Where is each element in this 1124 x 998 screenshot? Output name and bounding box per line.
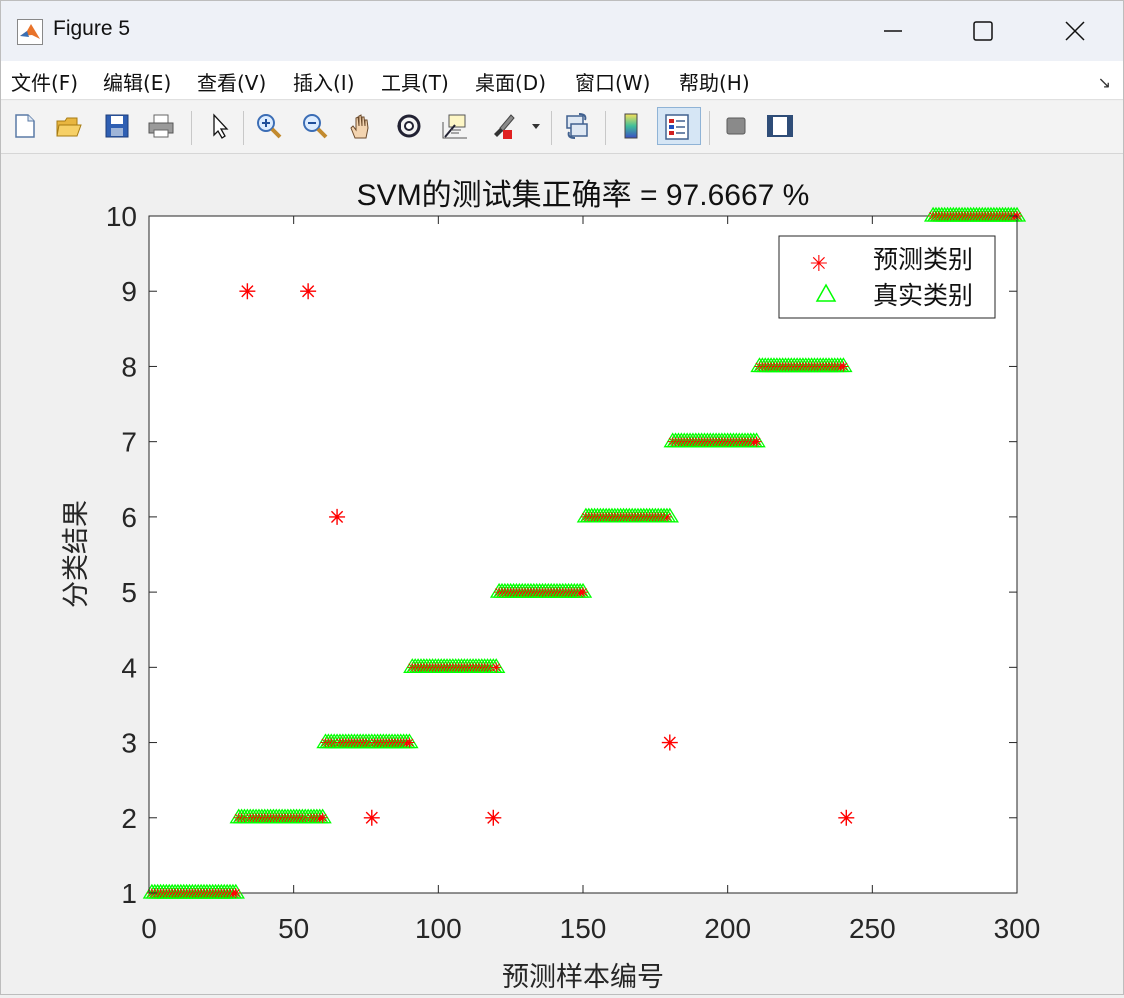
new-figure-button[interactable] xyxy=(7,107,43,145)
legend-button[interactable] xyxy=(657,107,701,145)
y-tick-label: 8 xyxy=(121,351,137,382)
data-cursor-button[interactable] xyxy=(437,107,473,145)
y-tick-label: 3 xyxy=(121,728,137,759)
y-tick-label: 6 xyxy=(121,502,137,533)
legend[interactable]: ✳ 预测类别 真实类别 xyxy=(778,235,996,319)
show-plot-tools-icon xyxy=(767,115,793,137)
colorbar-button[interactable] xyxy=(613,107,649,145)
toolbar-separator xyxy=(243,111,244,145)
menu-tools[interactable]: 工具(T) xyxy=(381,67,449,96)
menu-edit[interactable]: 编辑(E) xyxy=(103,67,171,96)
legend-predicted-label: 预测类别 xyxy=(873,245,973,274)
brush-button[interactable] xyxy=(485,107,521,145)
link-plot-button[interactable] xyxy=(559,107,595,145)
window-title: Figure 5 xyxy=(53,17,131,40)
print-button[interactable] xyxy=(143,107,179,145)
dock-figure-icon[interactable]: ↘ xyxy=(1098,73,1111,92)
figure-toolbar xyxy=(1,101,1123,154)
menu-insert[interactable]: 插入(I) xyxy=(293,67,355,96)
data-cursor-icon xyxy=(442,114,467,139)
select-arrow-icon xyxy=(213,113,229,139)
y-axis-label: 分类结果 xyxy=(61,500,92,608)
predicted-class-marker xyxy=(661,734,678,751)
predicted-class-marker xyxy=(838,361,849,372)
open-file-icon xyxy=(56,117,82,137)
zoom-out-button[interactable] xyxy=(297,107,333,145)
chart-title: SVM的测试集正确率 = 97.6667 % xyxy=(357,179,810,212)
y-tick-label: 4 xyxy=(121,652,137,683)
title-bar[interactable]: Figure 5 xyxy=(1,1,1123,61)
y-tick-label: 5 xyxy=(121,577,137,608)
menu-help[interactable]: 帮助(H) xyxy=(679,67,750,96)
x-axis-label: 预测样本编号 xyxy=(502,962,664,993)
brush-icon xyxy=(494,114,515,139)
x-tick-label: 0 xyxy=(141,913,157,944)
menu-desktop[interactable]: 桌面(D) xyxy=(475,67,546,96)
zoom-out-icon xyxy=(303,114,328,139)
menu-bar: 文件(F) 编辑(E) 查看(V) 插入(I) 工具(T) 桌面(D) 窗口(W… xyxy=(1,61,1123,100)
close-icon xyxy=(1065,21,1085,41)
predicted-class-marker xyxy=(317,812,328,823)
menu-file[interactable]: 文件(F) xyxy=(11,67,78,96)
print-icon xyxy=(148,114,174,138)
legend-icon xyxy=(665,114,689,140)
close-button[interactable] xyxy=(1045,7,1105,55)
show-plot-tools-button[interactable] xyxy=(761,107,797,145)
predicted-class-marker xyxy=(230,888,241,898)
figure-window: Figure 5 文件(F) 编辑(E) 查看(V) 插入(I) 工具(T) 桌… xyxy=(0,0,1124,995)
x-tick-label: 250 xyxy=(849,913,896,944)
pan-hand-icon xyxy=(350,114,369,139)
brush-dropdown-button[interactable] xyxy=(527,107,545,145)
y-tick-label: 9 xyxy=(121,276,137,307)
y-tick-label: 2 xyxy=(121,803,137,834)
predicted-class-marker xyxy=(485,809,502,826)
x-tick-label: 300 xyxy=(994,913,1041,944)
minimize-icon xyxy=(884,30,902,32)
predicted-class-marker xyxy=(491,662,502,673)
legend-predicted-marker-icon: ✳ xyxy=(810,252,828,277)
rotate-3d-icon xyxy=(397,114,421,138)
save-icon xyxy=(105,114,129,138)
y-tick-label: 10 xyxy=(106,201,137,232)
x-tick-label: 100 xyxy=(415,913,462,944)
x-tick-label: 50 xyxy=(278,913,309,944)
open-file-button[interactable] xyxy=(51,107,87,145)
toolbar-separator xyxy=(551,111,552,145)
save-button[interactable] xyxy=(99,107,135,145)
zoom-in-icon xyxy=(257,114,282,139)
x-tick-label: 200 xyxy=(704,913,751,944)
rotate-3d-button[interactable] xyxy=(391,107,427,145)
x-tick-label: 150 xyxy=(560,913,607,944)
predicted-class-marker xyxy=(578,587,588,598)
minimize-button[interactable] xyxy=(863,7,923,55)
zoom-in-button[interactable] xyxy=(251,107,287,145)
predicted-class-marker xyxy=(838,809,855,826)
legend-actual-label: 真实类别 xyxy=(873,281,973,310)
predicted-class-marker xyxy=(404,737,415,748)
colorbar-icon xyxy=(624,113,638,139)
hide-plot-tools-button[interactable] xyxy=(717,107,753,145)
toolbar-separator xyxy=(605,111,606,145)
toolbar-separator xyxy=(191,111,192,145)
toolbar-separator xyxy=(709,111,710,145)
pan-button[interactable] xyxy=(343,107,379,145)
menu-view[interactable]: 查看(V) xyxy=(197,67,266,96)
y-tick-label: 7 xyxy=(121,427,137,458)
y-tick-label: 1 xyxy=(121,878,137,909)
new-figure-icon xyxy=(15,114,35,138)
predicted-class-marker xyxy=(751,436,762,447)
link-plot-icon xyxy=(566,113,588,139)
maximize-button[interactable] xyxy=(953,7,1013,55)
hide-plot-tools-icon xyxy=(726,117,746,135)
brush-dropdown-icon xyxy=(532,124,540,129)
figure-canvas: SVM的测试集正确率 = 97.6667 % 预测样本编号 分类结果 0 50 10… xyxy=(1,154,1123,994)
menu-window[interactable]: 窗口(W) xyxy=(575,67,650,96)
matlab-logo-icon xyxy=(17,19,43,45)
maximize-icon xyxy=(973,21,993,41)
select-arrow-button[interactable] xyxy=(201,107,237,145)
scatter-plot[interactable]: SVM的测试集正确率 = 97.6667 % 预测样本编号 分类结果 0 50 10… xyxy=(1,154,1123,994)
